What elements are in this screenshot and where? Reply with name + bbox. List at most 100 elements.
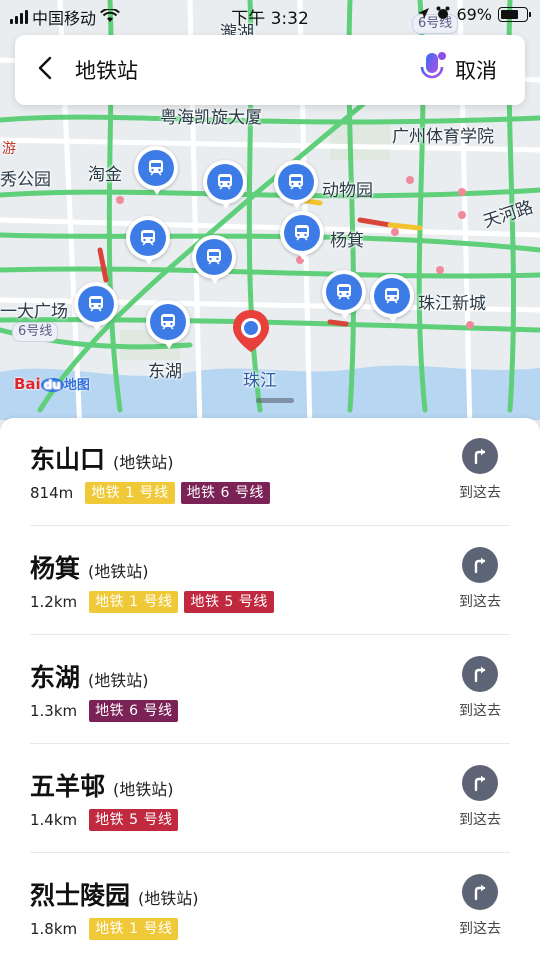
station-list-item[interactable]: 烈士陵园 (地铁站) 1.8km 地铁 1 号线 到这去 [0,854,540,960]
station-type: (地铁站) [113,780,174,799]
metro-pin-5[interactable] [192,235,236,284]
train-icon [196,239,232,275]
map-label-taojin: 淘金 [88,165,122,185]
station-title-row: 东湖 (地铁站) [30,658,149,694]
metro-line-badge: 地铁 5 号线 [184,591,274,613]
panel-drag-handle[interactable] [256,398,294,403]
station-list-item[interactable]: 东湖 (地铁站) 1.3km 地铁 6 号线 到这去 [0,636,540,744]
navigate-button[interactable]: 到这去 [450,656,510,720]
train-icon [207,164,243,200]
row-divider [30,525,510,526]
metro-pin-zoo[interactable] [274,160,318,209]
search-bar: 地铁站 取消 [15,35,525,105]
navigate-button[interactable]: 到这去 [450,765,510,829]
navigate-label: 到这去 [459,812,501,828]
metro-pin-2[interactable] [203,160,247,209]
metro-line-badge: 地铁 6 号线 [89,700,179,722]
station-distance: 1.3km [30,702,78,720]
station-distance: 1.2km [30,593,78,611]
microphone-icon [418,51,448,89]
station-list-item[interactable]: 杨箕 (地铁站) 1.2km 地铁 1 号线 地铁 5 号线 到这去 [0,527,540,635]
metro-line-badge: 地铁 1 号线 [89,591,179,613]
metro-pin-yida[interactable] [74,282,118,331]
station-list-item[interactable]: 五羊邨 (地铁站) 1.4km 地铁 5 号线 到这去 [0,745,540,853]
status-bar: 中国移动 下午 3:32 69% [0,0,540,30]
station-meta-row: 814m 地铁 1 号线 地铁 6 号线 [30,482,270,504]
route-arrow-icon [462,438,498,474]
train-icon [130,220,166,256]
map-label-zoo: 动物园 [322,181,373,201]
station-meta-row: 1.4km 地铁 5 号线 [30,809,179,831]
train-icon [278,164,314,200]
back-button[interactable] [15,35,75,105]
row-divider [30,743,510,744]
metro-pin-taojin[interactable] [134,146,178,195]
map-line6-tag-left: 6号线 [12,322,59,342]
station-name: 东山口 [30,445,106,474]
station-meta-row: 1.2km 地铁 1 号线 地铁 5 号线 [30,591,274,613]
station-meta-row: 1.3km 地铁 6 号线 [30,700,179,722]
map-label-sport-college: 广州体育学院 [392,127,494,147]
station-distance: 1.8km [30,920,78,938]
train-icon [374,278,410,314]
train-icon [150,304,186,340]
station-distance: 814m [30,484,74,502]
navigate-label: 到这去 [459,594,501,610]
battery-level [501,10,518,19]
navigate-label: 到这去 [459,703,501,719]
metro-line-badge: 地铁 6 号线 [180,482,270,504]
station-meta-row: 1.8km 地铁 1 号线 [30,918,179,940]
metro-line-badge: 地铁 1 号线 [85,482,175,504]
metro-line-badge: 地铁 5 号线 [89,809,179,831]
map-label-zhujiang: 珠江 [243,371,277,391]
battery-icon [498,7,531,22]
battery-percent: 69% [456,5,492,24]
metro-pin-9[interactable] [322,270,366,319]
baidu-map-logo: Bai du 地图 [14,375,90,393]
station-title-row: 杨箕 (地铁站) [30,549,149,585]
station-title-row: 五羊邨 (地铁站) [30,767,174,803]
navigate-button[interactable]: 到这去 [450,874,510,938]
map-label-yangji: 杨箕 [330,231,364,251]
navigate-label: 到这去 [459,485,501,501]
route-arrow-icon [462,547,498,583]
navigate-label: 到这去 [459,921,501,937]
train-icon [284,215,320,251]
current-location-pin-icon [231,308,271,354]
navigate-button[interactable]: 到这去 [450,547,510,611]
navigate-button[interactable]: 到这去 [450,438,510,502]
route-arrow-icon [462,656,498,692]
station-title-row: 烈士陵园 (地铁站) [30,876,199,912]
metro-pin-10[interactable] [370,274,414,323]
metro-pin-yangji[interactable] [280,211,324,260]
station-name: 东湖 [30,663,81,692]
station-list[interactable]: 东山口 (地铁站) 814m 地铁 1 号线 地铁 6 号线 到这去 杨箕 (地铁站) 1.2k… [0,418,540,960]
row-divider [30,852,510,853]
train-icon [326,274,362,310]
station-name: 五羊邨 [30,772,106,801]
route-arrow-icon [462,765,498,801]
cancel-button[interactable]: 取消 [455,55,525,85]
map-label-yida-plaza: 一大广场 [0,302,68,322]
station-type: (地铁站) [88,671,149,690]
train-icon [138,150,174,186]
station-title-row: 东山口 (地铁站) [30,440,174,476]
map-label-xiu-park: 秀公园 [0,170,51,190]
station-name: 烈士陵园 [30,881,131,910]
chevron-left-icon [38,56,52,84]
voice-search-button[interactable] [411,35,455,105]
metro-pin-4[interactable] [126,216,170,265]
route-arrow-icon [462,874,498,910]
search-input[interactable]: 地铁站 [75,55,411,85]
station-type: (地铁站) [88,562,149,581]
map-label-yuehai: 粤海凯旋大厦 [160,108,262,128]
alarm-icon [436,5,450,24]
row-divider [30,634,510,635]
station-name: 杨箕 [30,554,81,583]
map-label-zhujiang-newtown: 珠江新城 [418,294,486,314]
map-label-donghu: 东湖 [148,362,182,382]
location-arrow-icon [417,5,430,24]
station-list-item[interactable]: 东山口 (地铁站) 814m 地铁 1 号线 地铁 6 号线 到这去 [0,418,540,526]
metro-pin-donghu[interactable] [146,300,190,349]
station-type: (地铁站) [113,453,174,472]
